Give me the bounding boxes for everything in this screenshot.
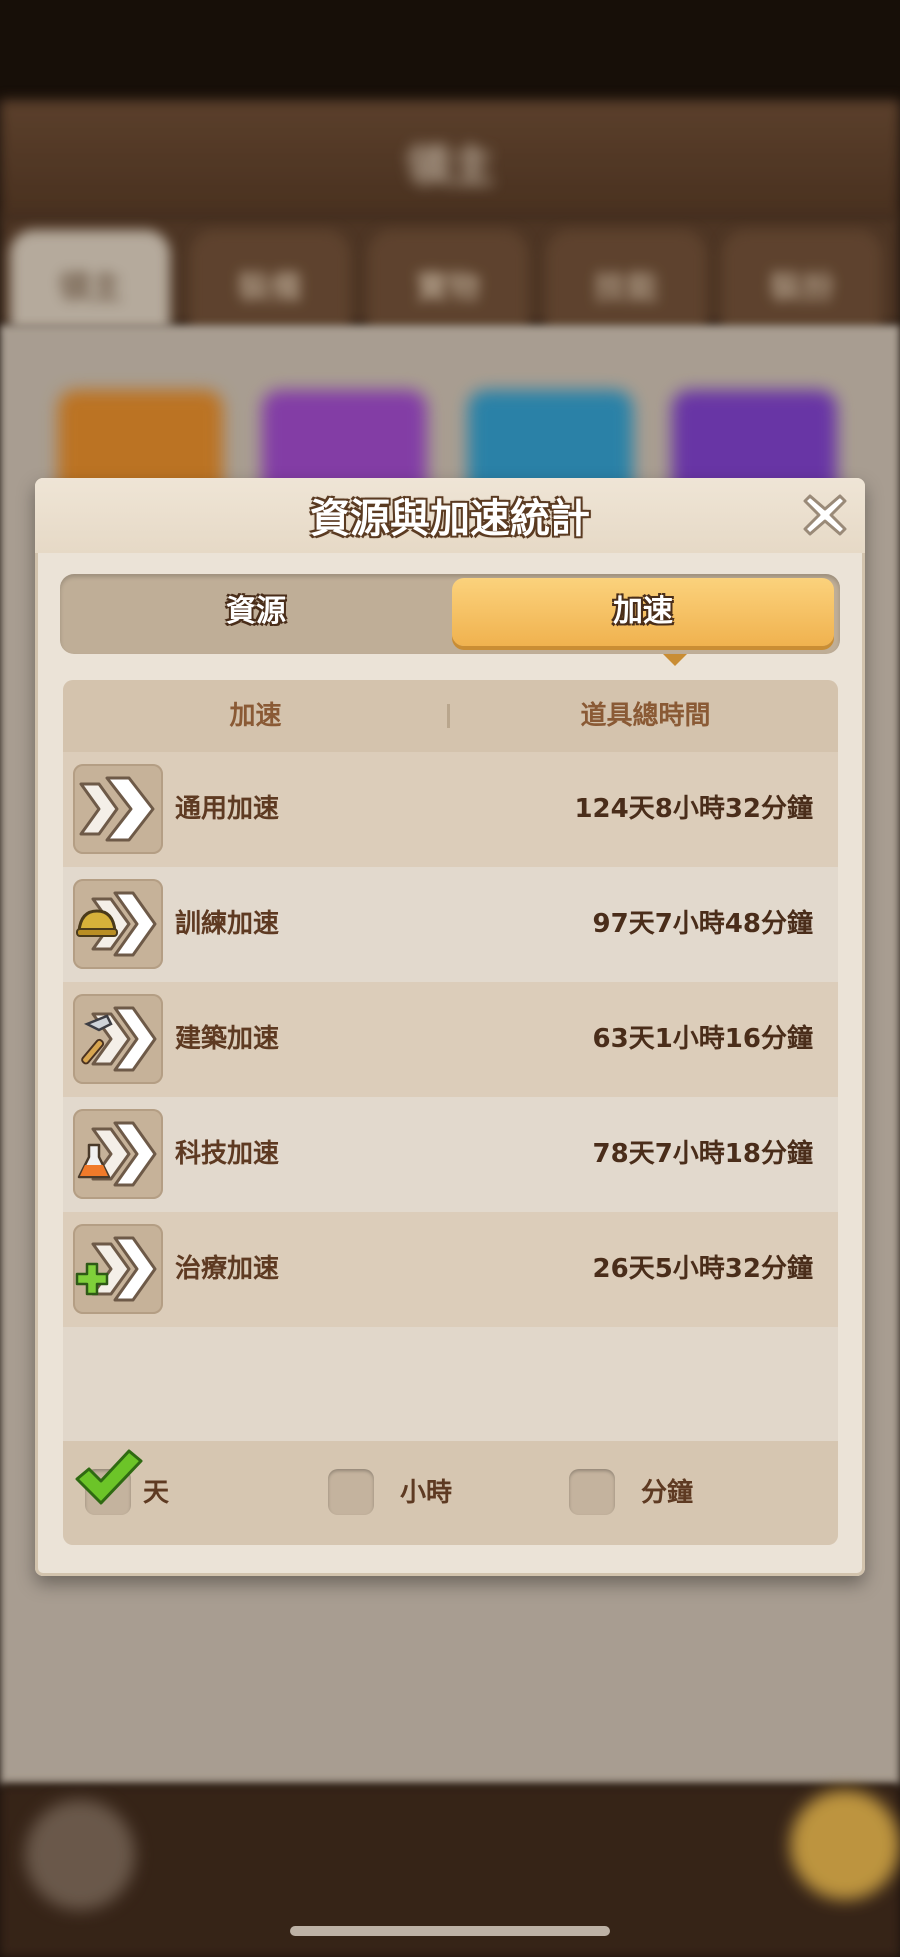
table-row: 科技加速 78天7小時18分鐘 — [63, 1097, 838, 1212]
table-header: 加速 道具總時間 — [63, 680, 838, 752]
table-row: 建築加速 63天1小時16分鐘 — [63, 982, 838, 1097]
tab-speedups[interactable]: 加速 — [452, 578, 834, 646]
category-tabs: 資源 加速 — [60, 574, 840, 654]
column-divider — [447, 704, 450, 728]
row-name: 治療加速 — [175, 1254, 280, 1284]
tab-resources[interactable]: 資源 — [66, 578, 446, 646]
row-value: 78天7小時18分鐘 — [592, 1139, 813, 1169]
row-value: 26天5小時32分鐘 — [592, 1254, 813, 1284]
minutes-checkbox[interactable] — [569, 1469, 615, 1515]
row-value: 124天8小時32分鐘 — [574, 794, 813, 824]
hours-checkbox[interactable] — [328, 1469, 374, 1515]
home-indicator[interactable] — [290, 1926, 610, 1936]
checkmark-icon — [75, 1449, 143, 1505]
row-value: 63天1小時16分鐘 — [592, 1024, 813, 1054]
building-speedup-icon — [73, 994, 163, 1084]
tab-pointer-icon — [663, 654, 687, 666]
generic-speedup-icon — [73, 764, 163, 854]
training-speedup-icon — [73, 879, 163, 969]
healing-speedup-icon — [73, 1224, 163, 1314]
stats-dialog: 資源與加速統計 資源 加速 加速 道具總時間 通用加速 124天8小時32分鐘 — [35, 478, 865, 1576]
row-name: 訓練加速 — [175, 909, 280, 939]
table-row: 通用加速 124天8小時32分鐘 — [63, 752, 838, 867]
unit-option-days[interactable]: 天 — [75, 1441, 259, 1545]
table-row: 訓練加速 97天7小時48分鐘 — [63, 867, 838, 982]
row-name: 科技加速 — [175, 1139, 280, 1169]
speedup-table: 加速 道具總時間 通用加速 124天8小時32分鐘 訓練加速 97天7小時48分… — [63, 680, 838, 1545]
dialog-title: 資源與加速統計 — [310, 496, 590, 542]
close-icon — [803, 494, 847, 536]
unit-label-days: 天 — [143, 1478, 170, 1508]
research-speedup-icon — [73, 1109, 163, 1199]
unit-option-minutes[interactable]: 分鐘 — [569, 1441, 749, 1545]
column-header-speedup: 加速 — [229, 701, 282, 731]
row-name: 建築加速 — [175, 1024, 280, 1054]
unit-label-minutes: 分鐘 — [641, 1478, 694, 1508]
unit-option-hours[interactable]: 小時 — [328, 1441, 508, 1545]
table-row: 治療加速 26天5小時32分鐘 — [63, 1212, 838, 1327]
column-header-total-time: 道具總時間 — [580, 701, 711, 731]
row-name: 通用加速 — [175, 794, 280, 824]
unit-selector: 天 小時 分鐘 — [63, 1441, 838, 1545]
unit-label-hours: 小時 — [400, 1478, 453, 1508]
row-value: 97天7小時48分鐘 — [592, 909, 813, 939]
close-button[interactable] — [800, 490, 850, 540]
